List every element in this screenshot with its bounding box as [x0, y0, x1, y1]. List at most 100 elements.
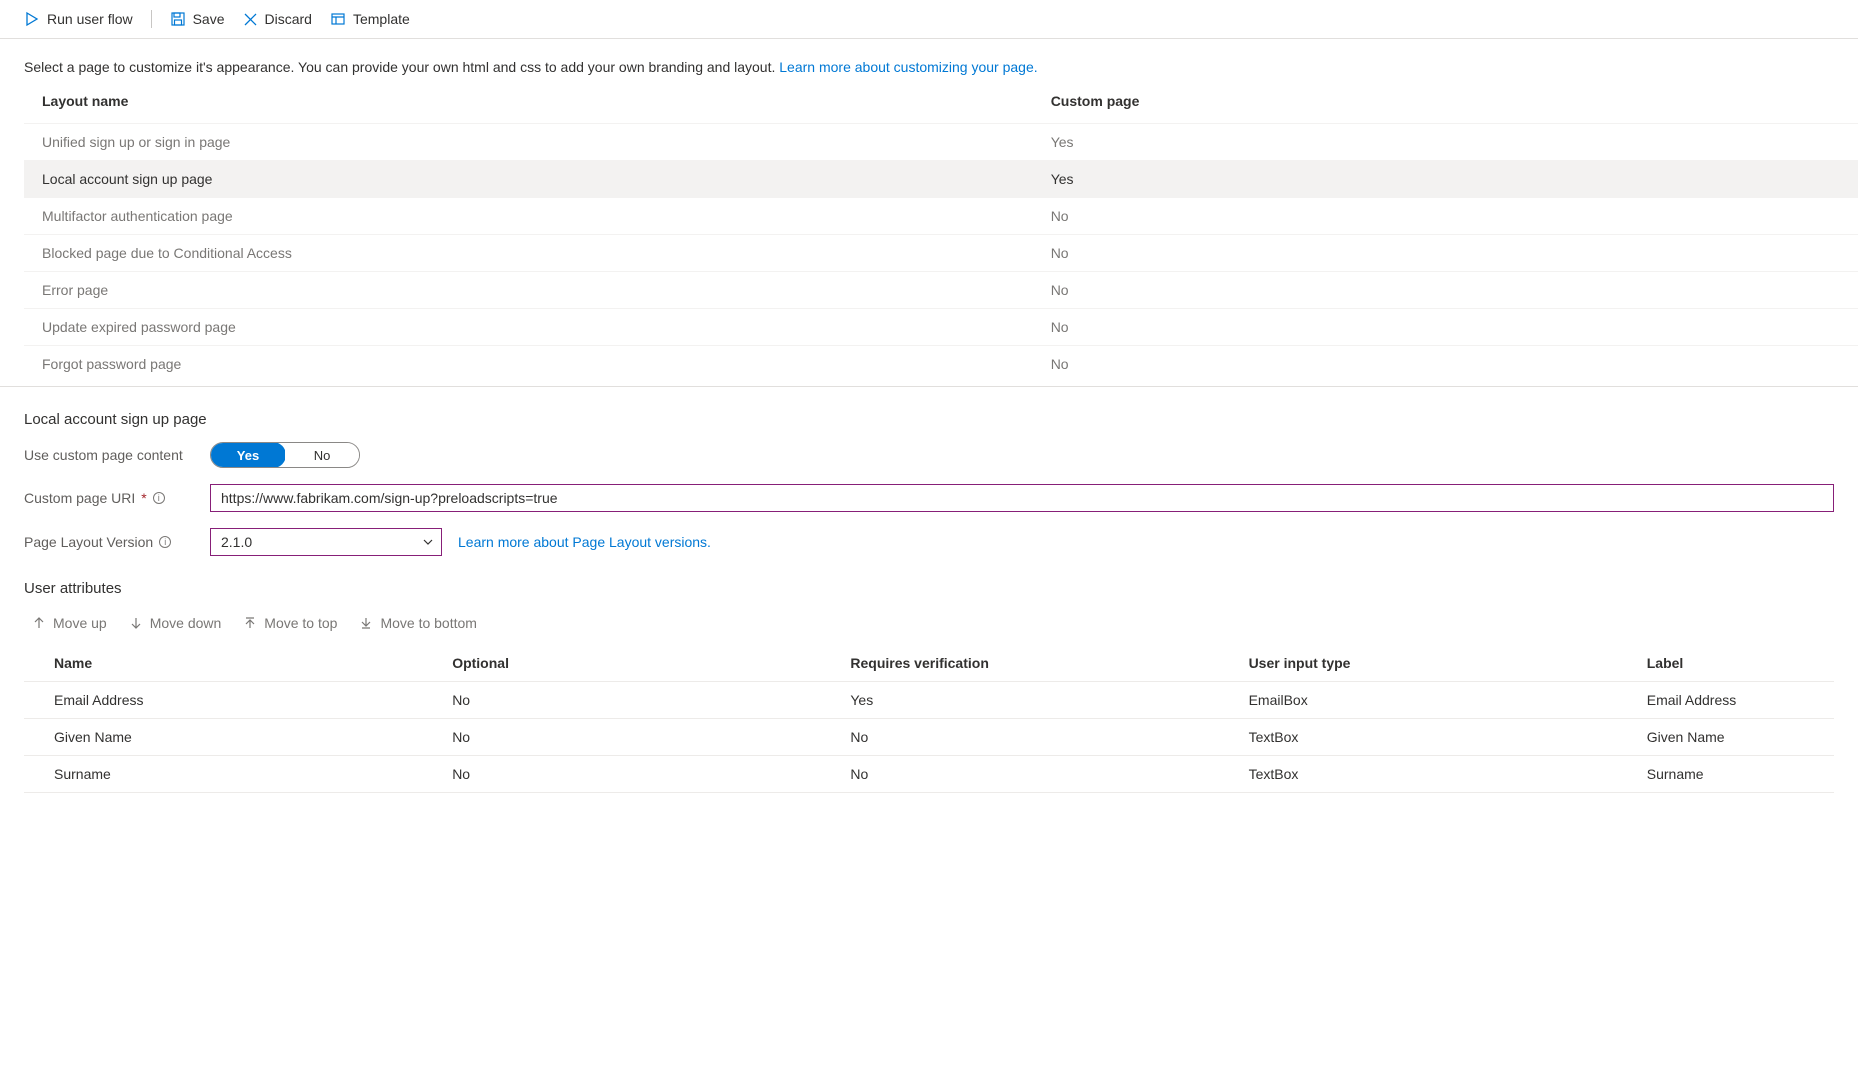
- move-top-label: Move to top: [264, 615, 337, 631]
- description-text: Select a page to customize it's appearan…: [24, 59, 779, 75]
- attrs-header-row: Name Optional Requires verification User…: [24, 645, 1834, 682]
- run-label: Run user flow: [47, 11, 133, 27]
- layout-custom: No: [1033, 309, 1858, 346]
- layout-name: Forgot password page: [24, 346, 1033, 383]
- layouts-header-name: Layout name: [24, 85, 1033, 124]
- layout-name: Blocked page due to Conditional Access: [24, 235, 1033, 272]
- attrs-header-input: User input type: [1219, 645, 1617, 682]
- use-custom-row: Use custom page content Yes No: [24, 442, 1834, 468]
- arrow-down-icon: [129, 616, 143, 630]
- move-up-button[interactable]: Move up: [32, 615, 107, 631]
- user-attributes-table: Name Optional Requires verification User…: [24, 645, 1834, 793]
- attr-optional: No: [422, 719, 820, 756]
- layout-name: Unified sign up or sign in page: [24, 124, 1033, 161]
- use-custom-label: Use custom page content: [24, 447, 210, 463]
- attrs-header-requires: Requires verification: [820, 645, 1218, 682]
- info-icon[interactable]: i: [153, 492, 165, 504]
- save-button[interactable]: Save: [170, 11, 225, 27]
- table-row[interactable]: Unified sign up or sign in pageYes: [24, 124, 1858, 161]
- custom-uri-label-text: Custom page URI: [24, 490, 135, 506]
- move-top-button[interactable]: Move to top: [243, 615, 337, 631]
- use-custom-toggle[interactable]: Yes No: [210, 442, 360, 468]
- close-icon: [243, 12, 258, 27]
- version-select[interactable]: 2.1.0: [210, 528, 442, 556]
- layouts-header-custom: Custom page: [1033, 85, 1858, 124]
- layouts-header-row: Layout name Custom page: [24, 85, 1858, 124]
- layout-name: Error page: [24, 272, 1033, 309]
- table-row[interactable]: Blocked page due to Conditional AccessNo: [24, 235, 1858, 272]
- play-icon: [24, 11, 40, 27]
- page-description: Select a page to customize it's appearan…: [0, 39, 1858, 85]
- toggle-no: No: [285, 443, 359, 467]
- move-bottom-label: Move to bottom: [380, 615, 477, 631]
- template-button[interactable]: Template: [330, 11, 410, 27]
- detail-title: Local account sign up page: [24, 411, 1834, 428]
- move-up-label: Move up: [53, 615, 107, 631]
- table-row[interactable]: Surname No No TextBox Surname: [24, 756, 1834, 793]
- version-select-button[interactable]: 2.1.0: [210, 528, 442, 556]
- move-down-button[interactable]: Move down: [129, 615, 222, 631]
- run-user-flow-button[interactable]: Run user flow: [24, 11, 133, 27]
- attr-name: Surname: [24, 756, 422, 793]
- table-row[interactable]: Update expired password pageNo: [24, 309, 1858, 346]
- arrow-bottom-icon: [359, 616, 373, 630]
- discard-button[interactable]: Discard: [243, 11, 312, 27]
- attrs-header-optional: Optional: [422, 645, 820, 682]
- move-toolbar: Move up Move down Move to top Move to bo…: [24, 609, 1834, 645]
- table-row[interactable]: Forgot password pageNo: [24, 346, 1858, 383]
- layout-custom: Yes: [1033, 124, 1858, 161]
- table-row[interactable]: Local account sign up pageYes: [24, 161, 1858, 198]
- table-row[interactable]: Error pageNo: [24, 272, 1858, 309]
- layout-name: Multifactor authentication page: [24, 198, 1033, 235]
- custom-uri-row: Custom page URI * i: [24, 484, 1834, 512]
- table-row[interactable]: Given Name No No TextBox Given Name: [24, 719, 1834, 756]
- toggle-yes: Yes: [210, 442, 286, 468]
- save-label: Save: [193, 11, 225, 27]
- attr-input: TextBox: [1219, 756, 1617, 793]
- attr-name: Given Name: [24, 719, 422, 756]
- attr-optional: No: [422, 682, 820, 719]
- learn-more-customizing-link[interactable]: Learn more about customizing your page.: [779, 59, 1037, 75]
- attrs-header-label: Label: [1617, 645, 1834, 682]
- layout-custom: No: [1033, 235, 1858, 272]
- required-asterisk: *: [141, 490, 146, 506]
- attr-requires: No: [820, 719, 1218, 756]
- layout-name: Local account sign up page: [24, 161, 1033, 198]
- layout-name: Update expired password page: [24, 309, 1033, 346]
- version-label: Page Layout Version i: [24, 534, 210, 550]
- discard-label: Discard: [265, 11, 312, 27]
- custom-uri-input[interactable]: [210, 484, 1834, 512]
- layout-custom: No: [1033, 198, 1858, 235]
- move-bottom-button[interactable]: Move to bottom: [359, 615, 477, 631]
- table-row[interactable]: Multifactor authentication pageNo: [24, 198, 1858, 235]
- attr-optional: No: [422, 756, 820, 793]
- attr-name: Email Address: [24, 682, 422, 719]
- attr-requires: No: [820, 756, 1218, 793]
- layouts-table: Layout name Custom page Unified sign up …: [24, 85, 1858, 382]
- toolbar-separator: [151, 10, 152, 28]
- info-icon[interactable]: i: [159, 536, 171, 548]
- version-learn-more-link[interactable]: Learn more about Page Layout versions.: [458, 534, 711, 550]
- layout-custom: Yes: [1033, 161, 1858, 198]
- template-label: Template: [353, 11, 410, 27]
- version-label-text: Page Layout Version: [24, 534, 153, 550]
- move-down-label: Move down: [150, 615, 222, 631]
- arrow-up-icon: [32, 616, 46, 630]
- attr-label: Given Name: [1617, 719, 1834, 756]
- attrs-header-name: Name: [24, 645, 422, 682]
- template-icon: [330, 11, 346, 27]
- attr-label: Email Address: [1617, 682, 1834, 719]
- save-icon: [170, 11, 186, 27]
- layout-custom: No: [1033, 272, 1858, 309]
- attr-input: EmailBox: [1219, 682, 1617, 719]
- layout-detail-section: Local account sign up page Use custom pa…: [0, 387, 1858, 803]
- custom-uri-label: Custom page URI * i: [24, 490, 210, 506]
- table-row[interactable]: Email Address No Yes EmailBox Email Addr…: [24, 682, 1834, 719]
- attr-label: Surname: [1617, 756, 1834, 793]
- attr-requires: Yes: [820, 682, 1218, 719]
- attr-input: TextBox: [1219, 719, 1617, 756]
- version-row: Page Layout Version i 2.1.0 Learn more a…: [24, 528, 1834, 556]
- user-attributes-heading: User attributes: [24, 580, 1834, 597]
- command-bar: Run user flow Save Discard Template: [0, 0, 1858, 39]
- layout-custom: No: [1033, 346, 1858, 383]
